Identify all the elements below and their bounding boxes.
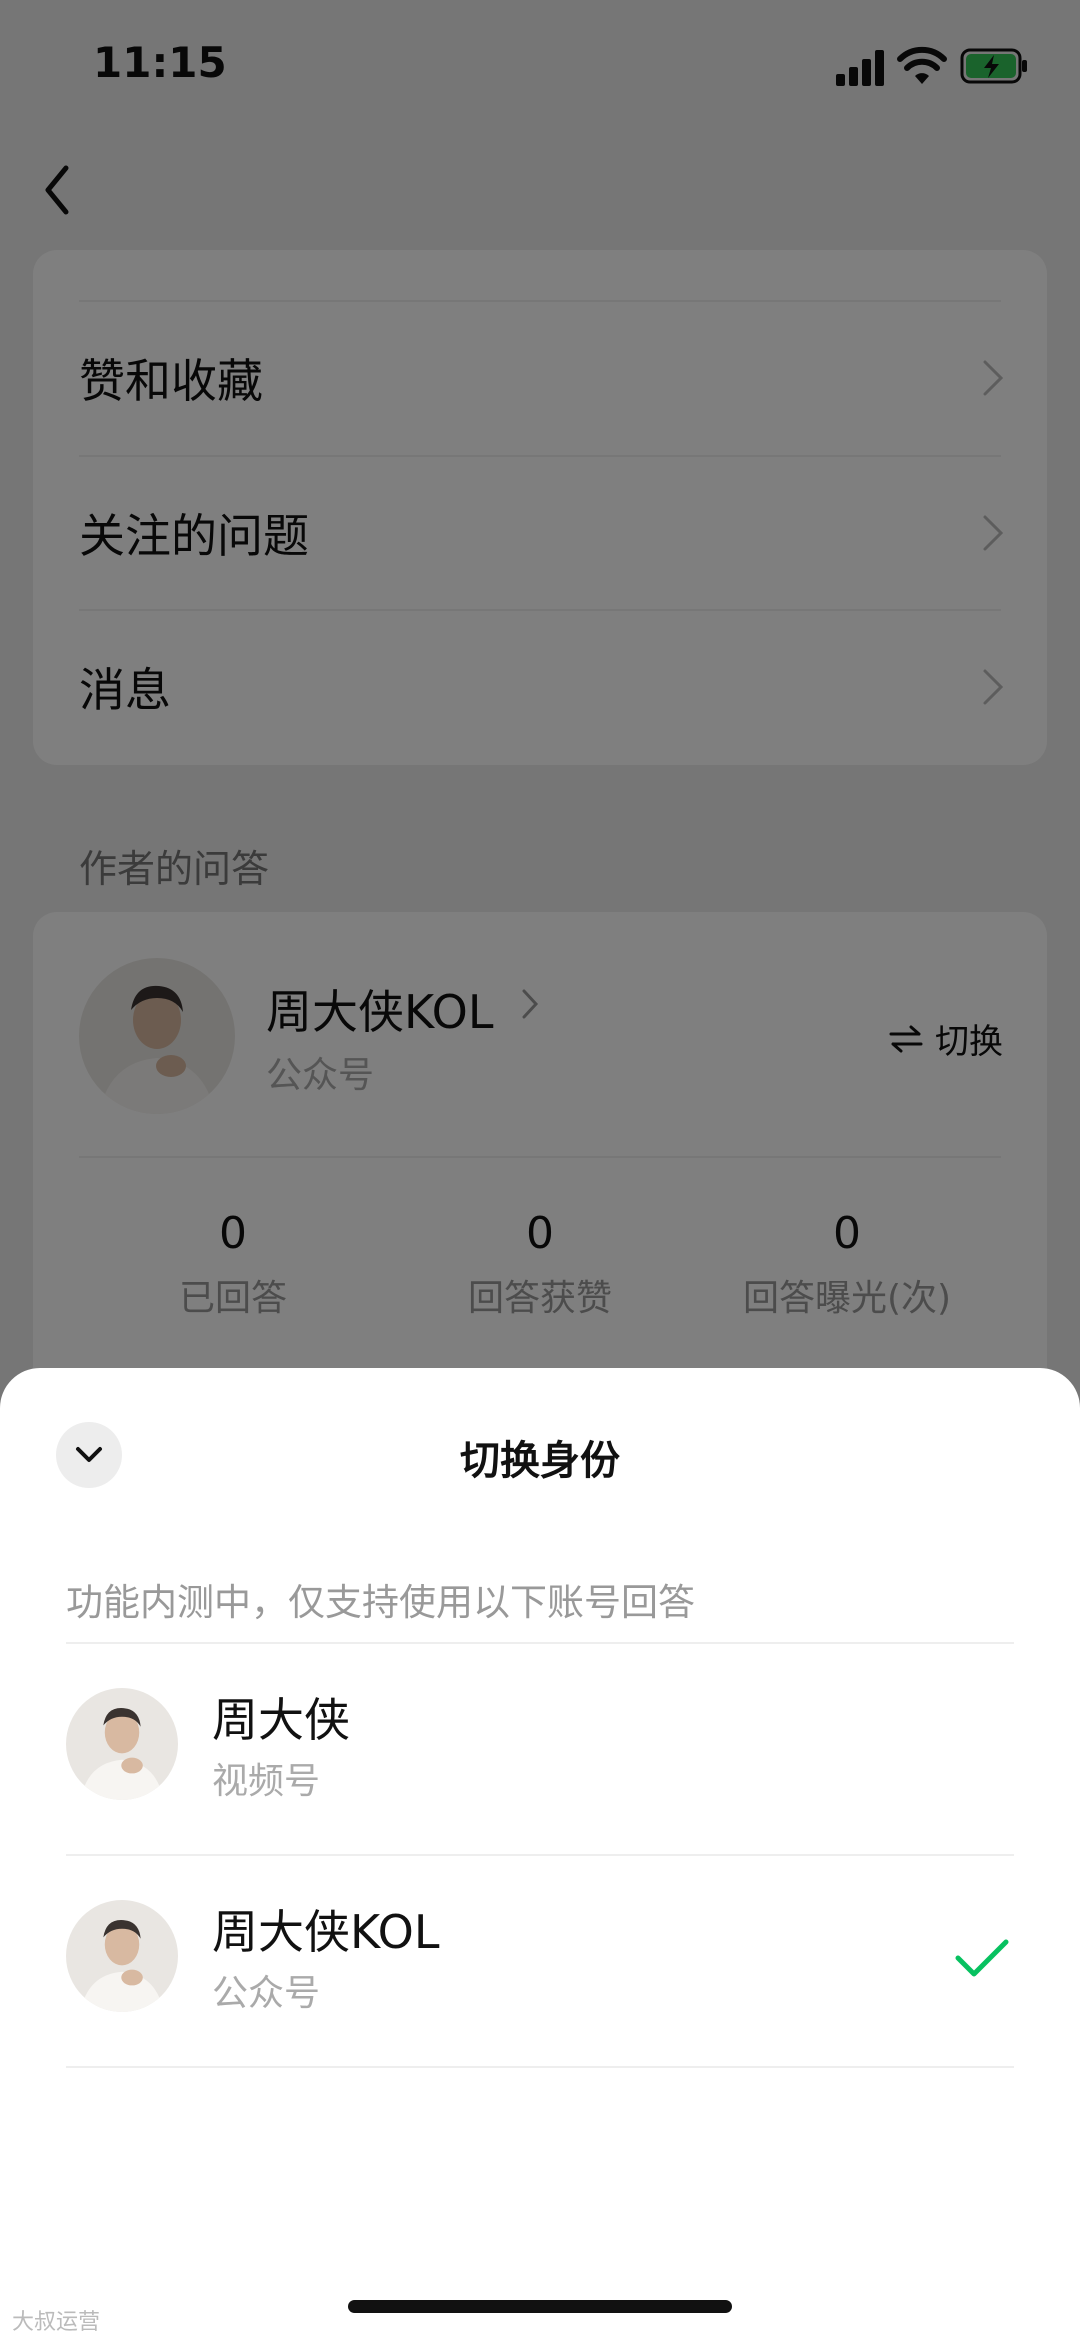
home-indicator bbox=[348, 2300, 732, 2313]
sheet-divider bbox=[66, 2066, 1014, 2068]
account-name: 周大侠KOL bbox=[212, 1905, 440, 1959]
account-name: 周大侠 bbox=[212, 1693, 350, 1747]
watermark: 大叔运营 bbox=[12, 2310, 101, 2335]
account-type: 公众号 bbox=[212, 1973, 321, 2014]
avatar bbox=[66, 1900, 178, 2012]
switch-identity-sheet: 切换身份 功能内测中，仅支持使用以下账号回答 周大侠 视频号 周大侠KOL 公众… bbox=[0, 1368, 1080, 2337]
account-type: 视频号 bbox=[212, 1761, 321, 1802]
checkmark-icon bbox=[955, 1939, 1009, 1977]
avatar bbox=[66, 1688, 178, 1800]
account-item-video[interactable]: 周大侠 视频号 bbox=[0, 1644, 1080, 1852]
sheet-notice: 功能内测中，仅支持使用以下账号回答 bbox=[66, 1581, 695, 1624]
account-item-official[interactable]: 周大侠KOL 公众号 bbox=[0, 1856, 1080, 2064]
sheet-title: 切换身份 bbox=[460, 1438, 620, 1484]
